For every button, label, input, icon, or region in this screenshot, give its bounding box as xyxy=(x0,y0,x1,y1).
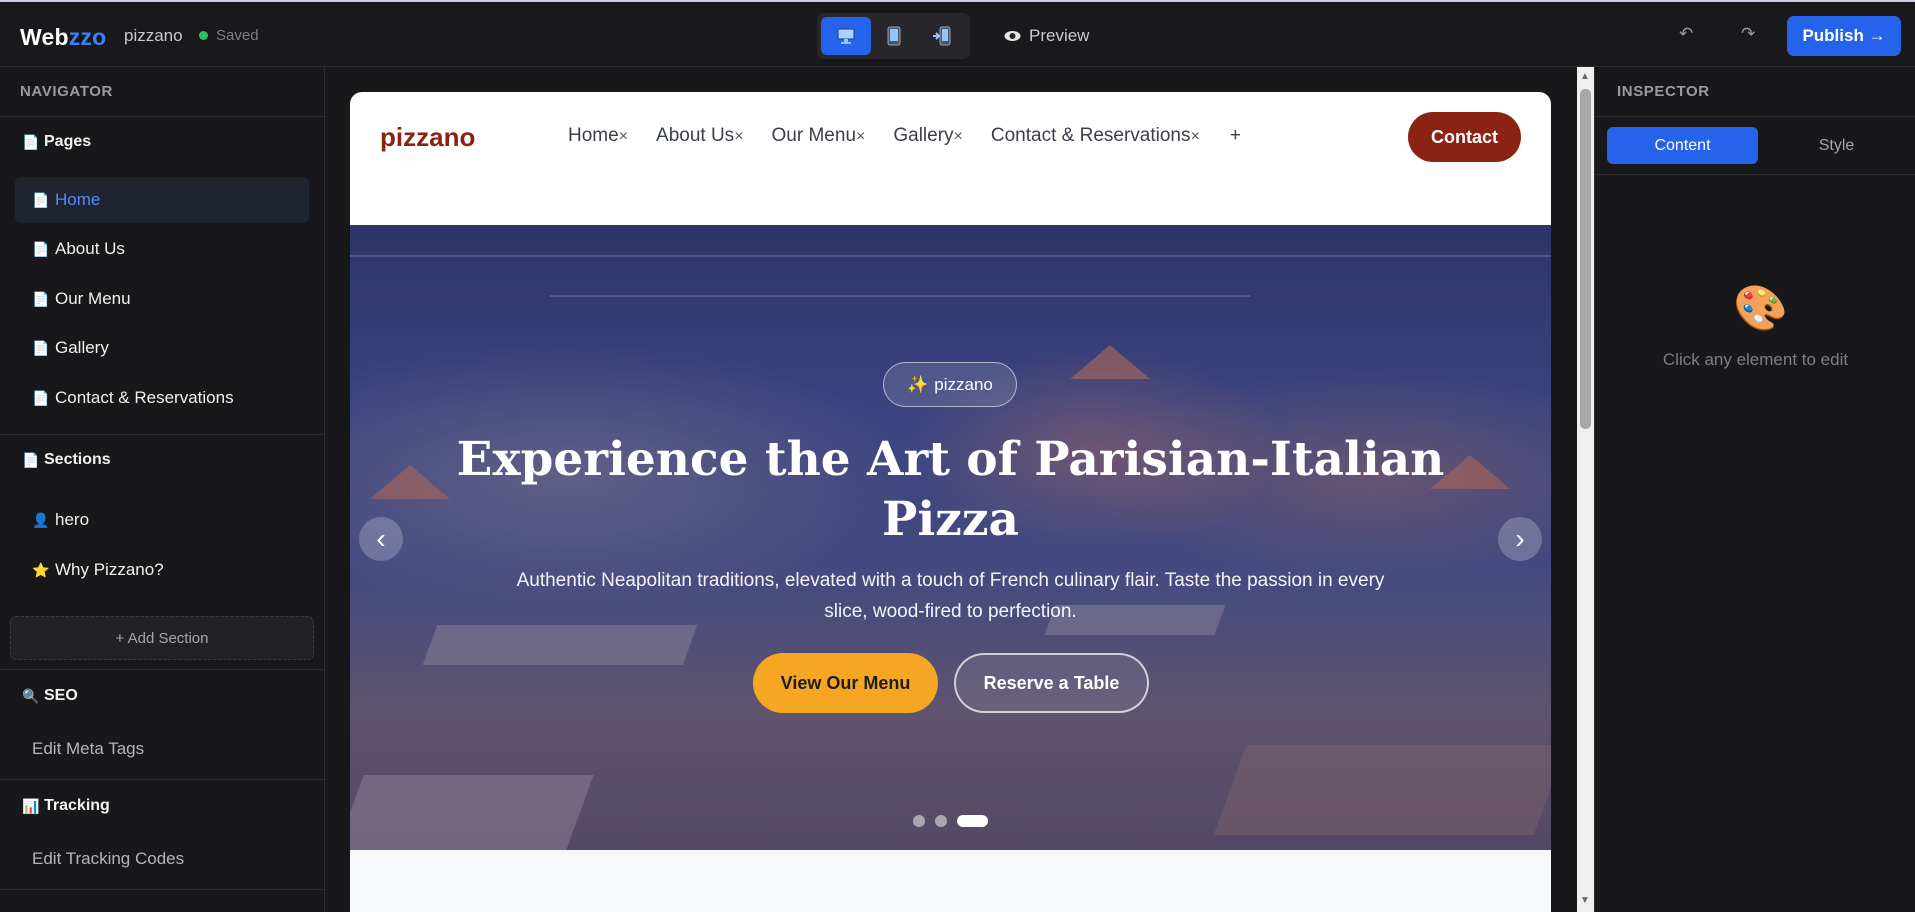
scroll-up-arrow-icon[interactable]: ▲ xyxy=(1580,71,1590,82)
scroll-down-arrow-icon[interactable]: ▼ xyxy=(1580,895,1590,906)
saved-dot-icon xyxy=(199,31,208,40)
carousel-prev-button[interactable]: ‹ xyxy=(359,517,403,561)
reserve-table-button[interactable]: Reserve a Table xyxy=(954,653,1149,713)
document-icon: 📄 xyxy=(22,133,40,150)
site-nav-item-gallery[interactable]: Gallery× xyxy=(893,125,963,147)
tracking-heading: 📊 Tracking xyxy=(22,797,110,814)
hero-section[interactable]: ✨ pizzano Experience the Art of Parisian-… xyxy=(350,225,1551,850)
hero-title[interactable]: Experience the Art of Parisian-Italian P… xyxy=(450,430,1451,550)
top-bar: Webzzo pizzano Saved Preview ↶ ↷ Publish… xyxy=(0,0,1915,67)
section-item-hero[interactable]: 👤 hero xyxy=(15,497,309,543)
remove-icon[interactable]: × xyxy=(954,128,963,145)
publish-button[interactable]: Publish → xyxy=(1787,16,1901,56)
save-status: Saved xyxy=(199,27,259,44)
inspector-title: INSPECTOR xyxy=(1617,83,1710,100)
editor-canvas: pizzano Home× About Us× Our Menu× Galler… xyxy=(326,67,1578,912)
desktop-view-button[interactable] xyxy=(821,17,871,55)
document-icon: 📄 xyxy=(32,191,50,208)
site-nav-item-our-menu[interactable]: Our Menu× xyxy=(772,125,866,147)
hero-badge: ✨ pizzano xyxy=(883,362,1017,407)
eye-icon xyxy=(1004,31,1021,41)
pages-heading: 📄 Pages xyxy=(22,133,92,150)
carousel-dot[interactable] xyxy=(913,815,925,827)
edit-meta-tags-link[interactable]: Edit Meta Tags xyxy=(32,739,144,759)
redo-button[interactable]: ↷ xyxy=(1741,24,1755,44)
sparkles-icon: ✨ xyxy=(907,374,929,394)
app-logo[interactable]: Webzzo xyxy=(20,24,106,51)
preview-button[interactable]: Preview xyxy=(1004,26,1089,46)
mobile-icon xyxy=(933,26,951,46)
mobile-view-button[interactable] xyxy=(917,17,967,55)
navigator-panel: NAVIGATOR 📄 Pages 📄 Home 📄 About Us 📄 Our Me… xyxy=(0,67,325,912)
site-logo[interactable]: pizzano xyxy=(380,122,475,153)
carousel-dot[interactable] xyxy=(935,815,947,827)
tablet-view-button[interactable] xyxy=(869,17,919,55)
chart-icon: 📊 xyxy=(22,797,40,814)
document-icon: 📄 xyxy=(32,240,50,257)
palette-icon: 🎨 xyxy=(1733,284,1788,333)
remove-icon[interactable]: × xyxy=(856,128,865,145)
page-item-contact-reservations[interactable]: 📄 Contact & Reservations xyxy=(15,375,309,421)
carousel-next-button[interactable]: › xyxy=(1498,517,1542,561)
document-icon: 📄 xyxy=(32,339,50,356)
device-switcher xyxy=(817,13,970,59)
seo-heading: 🔍 SEO xyxy=(22,687,78,704)
add-section-button[interactable]: + Add Section xyxy=(10,616,314,660)
undo-button[interactable]: ↶ xyxy=(1679,24,1693,44)
add-nav-item-button[interactable]: + xyxy=(1230,125,1241,147)
canvas-scrollbar[interactable]: ▲ ▼ xyxy=(1577,67,1594,912)
section-item-why-pizzano[interactable]: ⭐ Why Pizzano? xyxy=(15,547,309,593)
tab-style[interactable]: Style xyxy=(1761,127,1912,164)
divider xyxy=(1595,116,1915,117)
navigator-title: NAVIGATOR xyxy=(20,83,113,100)
carousel-dot-active[interactable] xyxy=(957,815,988,827)
inspector-empty-hint: Click any element to edit xyxy=(1662,350,1849,369)
site-page-preview[interactable]: pizzano Home× About Us× Our Menu× Galler… xyxy=(350,92,1551,912)
document-icon: 📄 xyxy=(22,451,40,468)
page-item-gallery[interactable]: 📄 Gallery xyxy=(15,325,309,371)
person-icon: 👤 xyxy=(32,511,50,528)
site-nav-item-about-us[interactable]: About Us× xyxy=(656,125,744,147)
divider xyxy=(0,669,325,670)
desktop-icon xyxy=(837,28,855,44)
inspector-panel: INSPECTOR Content Style 🎨 Click any elem… xyxy=(1594,67,1915,912)
page-item-home[interactable]: 📄 Home xyxy=(15,177,309,223)
page-item-about-us[interactable]: 📄 About Us xyxy=(15,226,309,272)
search-icon: 🔍 xyxy=(22,687,40,704)
view-menu-button[interactable]: View Our Menu xyxy=(753,653,938,713)
sections-heading: 📄 Sections xyxy=(22,451,111,468)
star-icon: ⭐ xyxy=(32,561,50,578)
document-icon: 📄 xyxy=(32,389,50,406)
divider xyxy=(0,889,325,890)
site-navigation: Home× About Us× Our Menu× Gallery× Conta… xyxy=(568,125,1241,147)
hero-subtitle[interactable]: Authentic Neapolitan traditions, elevate… xyxy=(510,565,1391,627)
divider xyxy=(0,779,325,780)
remove-icon[interactable]: × xyxy=(1190,128,1199,145)
divider xyxy=(0,116,325,117)
contact-button[interactable]: Contact xyxy=(1408,112,1521,162)
edit-tracking-codes-link[interactable]: Edit Tracking Codes xyxy=(32,849,184,869)
carousel-indicators xyxy=(913,815,988,827)
site-nav-item-contact-reservations[interactable]: Contact & Reservations× xyxy=(991,125,1200,147)
next-section-preview[interactable] xyxy=(350,850,1551,912)
tablet-icon xyxy=(887,26,901,46)
divider xyxy=(0,434,325,435)
project-name: pizzano xyxy=(124,26,183,45)
document-icon: 📄 xyxy=(32,290,50,307)
site-nav-item-home[interactable]: Home× xyxy=(568,125,628,147)
page-item-our-menu[interactable]: 📄 Our Menu xyxy=(15,276,309,322)
tab-content[interactable]: Content xyxy=(1607,127,1758,164)
scrollbar-thumb[interactable] xyxy=(1580,89,1591,429)
remove-icon[interactable]: × xyxy=(734,128,743,145)
divider xyxy=(1595,174,1915,175)
remove-icon[interactable]: × xyxy=(619,128,628,145)
